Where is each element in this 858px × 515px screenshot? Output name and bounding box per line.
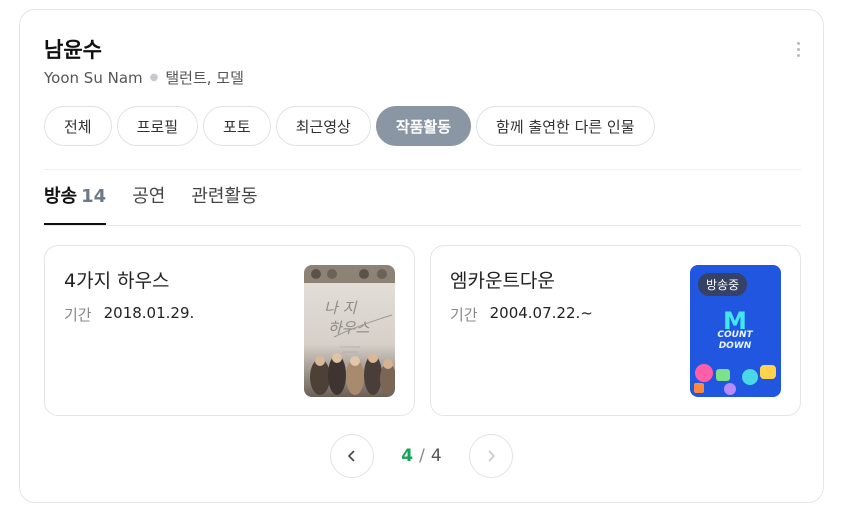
chevron-right-icon <box>488 450 496 462</box>
person-name-en: Yoon Su Nam <box>44 68 143 87</box>
svg-text:나 지: 나 지 <box>324 299 358 317</box>
period-value: 2018.01.29. <box>103 304 195 322</box>
separator-dot: ● <box>149 72 159 83</box>
work-poster[interactable]: M COUNT DOWN 방송중 <box>690 265 781 397</box>
tab-all[interactable]: 전체 <box>44 106 112 146</box>
tab-photo[interactable]: 포토 <box>203 106 271 146</box>
person-roles: 탤런트, 모델 <box>165 69 244 87</box>
current-page: 4 <box>401 446 414 466</box>
svg-text:DOWN: DOWN <box>719 341 752 351</box>
work-title[interactable]: 4가지 하우스 <box>64 266 170 293</box>
tab-costars[interactable]: 함께 출연한 다른 인물 <box>476 106 655 146</box>
next-page-button[interactable] <box>469 434 513 478</box>
period-label: 기간 <box>64 306 92 324</box>
page-separator: / <box>419 446 425 466</box>
work-poster[interactable]: 나 지 하우스 <box>304 265 395 397</box>
work-type-tabs: 방송 14 공연 관련활동 <box>44 182 258 225</box>
person-name[interactable]: 남윤수 <box>44 34 102 64</box>
svg-text:하우스: 하우스 <box>328 319 370 337</box>
tab-profile[interactable]: 프로필 <box>116 106 199 146</box>
subtab-count: 14 <box>81 186 107 207</box>
tab-works[interactable]: 작품활동 <box>375 106 472 146</box>
more-options-icon[interactable] <box>797 42 801 57</box>
work-title[interactable]: 엠카운트다운 <box>450 266 555 293</box>
total-pages: 4 <box>430 446 442 466</box>
subtab-related-activity[interactable]: 관련활동 <box>191 182 257 224</box>
svg-text:COUNT: COUNT <box>717 330 753 340</box>
person-card: 남윤수 Yoon Su Nam ● 탤런트, 모델 전체 프로필 포토 최근영상… <box>19 9 824 503</box>
page-indicator: 4/4 <box>374 446 469 466</box>
divider <box>44 169 801 170</box>
person-subtitle: Yoon Su Nam ● 탤런트, 모델 <box>44 67 244 88</box>
period-value: 2004.07.22.~ <box>489 304 593 322</box>
category-tabs: 전체 프로필 포토 최근영상 작품활동 함께 출연한 다른 인물 <box>44 106 655 146</box>
divider <box>44 225 801 226</box>
work-period: 기간 2018.01.29. <box>64 304 194 325</box>
on-air-badge: 방송중 <box>698 273 748 296</box>
period-label: 기간 <box>450 306 478 324</box>
work-card[interactable]: 엠카운트다운 기간 2004.07.22.~ M COUNT DOWN 방송중 <box>430 245 801 416</box>
subtab-performance[interactable]: 공연 <box>132 182 165 224</box>
work-card[interactable]: 4가지 하우스 기간 2018.01.29. 나 지 하우스 <box>44 245 415 416</box>
pagination: 4/4 <box>330 434 513 478</box>
prev-page-button[interactable] <box>330 434 374 478</box>
subtab-broadcast[interactable]: 방송 14 <box>44 182 107 225</box>
chevron-left-icon <box>347 450 355 462</box>
tab-recent-videos[interactable]: 최근영상 <box>275 106 371 146</box>
work-period: 기간 2004.07.22.~ <box>450 304 593 325</box>
subtab-label: 방송 <box>44 186 78 207</box>
